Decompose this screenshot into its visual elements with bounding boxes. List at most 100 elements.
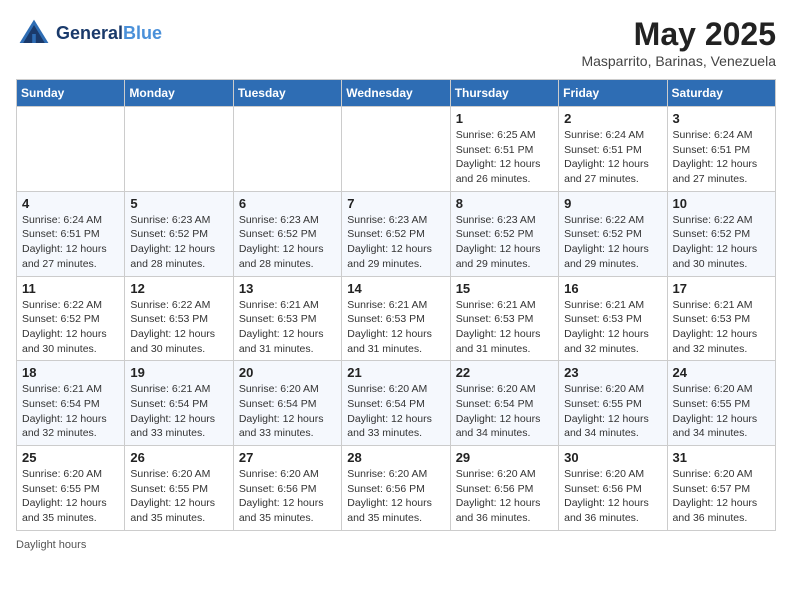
day-info: Sunrise: 6:20 AM Sunset: 6:55 PM Dayligh… bbox=[22, 467, 119, 526]
day-info: Sunrise: 6:22 AM Sunset: 6:52 PM Dayligh… bbox=[673, 213, 770, 272]
logo-icon bbox=[16, 16, 52, 52]
day-number: 27 bbox=[239, 450, 336, 465]
calendar-cell: 13Sunrise: 6:21 AM Sunset: 6:53 PM Dayli… bbox=[233, 276, 341, 361]
day-info: Sunrise: 6:23 AM Sunset: 6:52 PM Dayligh… bbox=[130, 213, 227, 272]
day-info: Sunrise: 6:20 AM Sunset: 6:57 PM Dayligh… bbox=[673, 467, 770, 526]
day-info: Sunrise: 6:20 AM Sunset: 6:55 PM Dayligh… bbox=[564, 382, 661, 441]
calendar-cell: 6Sunrise: 6:23 AM Sunset: 6:52 PM Daylig… bbox=[233, 191, 341, 276]
day-info: Sunrise: 6:25 AM Sunset: 6:51 PM Dayligh… bbox=[456, 128, 553, 187]
calendar-cell: 2 Sunrise: 6:24 AM Sunset: 6:51 PM Daylig… bbox=[559, 107, 667, 192]
col-header-sunday: Sunday bbox=[17, 80, 125, 107]
day-info: Sunrise: 6:21 AM Sunset: 6:53 PM Dayligh… bbox=[347, 298, 444, 357]
calendar-cell: 27 Sunrise: 6:20 AM Sunset: 6:56 PM Dayli… bbox=[233, 446, 341, 531]
day-info: Sunrise: 6:24 AM Sunset: 6:51 PM Dayligh… bbox=[564, 128, 661, 187]
calendar-cell: 22Sunrise: 6:20 AM Sunset: 6:54 PM Dayli… bbox=[450, 361, 558, 446]
calendar-cell: 21 Sunrise: 6:20 AM Sunset: 6:54 PM Dayli… bbox=[342, 361, 450, 446]
col-header-monday: Monday bbox=[125, 80, 233, 107]
day-info: Sunrise: 6:22 AM Sunset: 6:52 PM Dayligh… bbox=[22, 298, 119, 357]
day-number: 18 bbox=[22, 365, 119, 380]
calendar-cell: 23 Sunrise: 6:20 AM Sunset: 6:55 PM Dayli… bbox=[559, 361, 667, 446]
calendar-cell: 25 Sunrise: 6:20 AM Sunset: 6:55 PM Dayli… bbox=[17, 446, 125, 531]
footer-label: Daylight hours bbox=[16, 539, 86, 551]
day-number: 3 bbox=[673, 111, 770, 126]
day-info: Sunrise: 6:21 AM Sunset: 6:54 PM Dayligh… bbox=[22, 382, 119, 441]
logo-text: GeneralBlue bbox=[56, 24, 162, 44]
day-number: 19 bbox=[130, 365, 227, 380]
day-info: Sunrise: 6:22 AM Sunset: 6:52 PM Dayligh… bbox=[564, 213, 661, 272]
day-number: 26 bbox=[130, 450, 227, 465]
day-number: 6 bbox=[239, 196, 336, 211]
day-number: 28 bbox=[347, 450, 444, 465]
day-info: Sunrise: 6:20 AM Sunset: 6:54 PM Dayligh… bbox=[347, 382, 444, 441]
day-info: Sunrise: 6:20 AM Sunset: 6:55 PM Dayligh… bbox=[673, 382, 770, 441]
week-row-5: 25 Sunrise: 6:20 AM Sunset: 6:55 PM Dayli… bbox=[17, 446, 776, 531]
calendar-cell: 24Sunrise: 6:20 AM Sunset: 6:55 PM Dayli… bbox=[667, 361, 775, 446]
day-number: 10 bbox=[673, 196, 770, 211]
day-info: Sunrise: 6:21 AM Sunset: 6:53 PM Dayligh… bbox=[564, 298, 661, 357]
day-info: Sunrise: 6:20 AM Sunset: 6:55 PM Dayligh… bbox=[130, 467, 227, 526]
day-info: Sunrise: 6:20 AM Sunset: 6:56 PM Dayligh… bbox=[564, 467, 661, 526]
day-number: 23 bbox=[564, 365, 661, 380]
day-info: Sunrise: 6:23 AM Sunset: 6:52 PM Dayligh… bbox=[347, 213, 444, 272]
day-info: Sunrise: 6:23 AM Sunset: 6:52 PM Dayligh… bbox=[456, 213, 553, 272]
day-info: Sunrise: 6:21 AM Sunset: 6:54 PM Dayligh… bbox=[130, 382, 227, 441]
calendar-cell: 5 Sunrise: 6:23 AM Sunset: 6:52 PM Daylig… bbox=[125, 191, 233, 276]
day-number: 2 bbox=[564, 111, 661, 126]
calendar-cell: 11Sunrise: 6:22 AM Sunset: 6:52 PM Dayli… bbox=[17, 276, 125, 361]
calendar-cell: 17 Sunrise: 6:21 AM Sunset: 6:53 PM Dayli… bbox=[667, 276, 775, 361]
day-info: Sunrise: 6:24 AM Sunset: 6:51 PM Dayligh… bbox=[673, 128, 770, 187]
calendar-cell: 28 Sunrise: 6:20 AM Sunset: 6:56 PM Dayli… bbox=[342, 446, 450, 531]
day-number: 13 bbox=[239, 281, 336, 296]
day-number: 14 bbox=[347, 281, 444, 296]
week-row-1: 1Sunrise: 6:25 AM Sunset: 6:51 PM Daylig… bbox=[17, 107, 776, 192]
week-row-2: 4 Sunrise: 6:24 AM Sunset: 6:51 PM Daylig… bbox=[17, 191, 776, 276]
calendar-cell bbox=[233, 107, 341, 192]
calendar-cell: 9 Sunrise: 6:22 AM Sunset: 6:52 PM Daylig… bbox=[559, 191, 667, 276]
calendar-cell: 3 Sunrise: 6:24 AM Sunset: 6:51 PM Daylig… bbox=[667, 107, 775, 192]
day-info: Sunrise: 6:20 AM Sunset: 6:56 PM Dayligh… bbox=[456, 467, 553, 526]
day-number: 4 bbox=[22, 196, 119, 211]
day-number: 16 bbox=[564, 281, 661, 296]
calendar-cell: 31Sunrise: 6:20 AM Sunset: 6:57 PM Dayli… bbox=[667, 446, 775, 531]
calendar-header-row: SundayMondayTuesdayWednesdayThursdayFrid… bbox=[17, 80, 776, 107]
day-info: Sunrise: 6:20 AM Sunset: 6:56 PM Dayligh… bbox=[347, 467, 444, 526]
day-number: 21 bbox=[347, 365, 444, 380]
calendar-cell: 29 Sunrise: 6:20 AM Sunset: 6:56 PM Dayli… bbox=[450, 446, 558, 531]
month-title: May 2025 bbox=[581, 16, 776, 53]
calendar-cell bbox=[17, 107, 125, 192]
day-number: 25 bbox=[22, 450, 119, 465]
day-info: Sunrise: 6:22 AM Sunset: 6:53 PM Dayligh… bbox=[130, 298, 227, 357]
day-info: Sunrise: 6:21 AM Sunset: 6:53 PM Dayligh… bbox=[456, 298, 553, 357]
day-number: 30 bbox=[564, 450, 661, 465]
day-number: 7 bbox=[347, 196, 444, 211]
day-number: 20 bbox=[239, 365, 336, 380]
day-number: 12 bbox=[130, 281, 227, 296]
calendar-cell: 4 Sunrise: 6:24 AM Sunset: 6:51 PM Daylig… bbox=[17, 191, 125, 276]
day-info: Sunrise: 6:20 AM Sunset: 6:56 PM Dayligh… bbox=[239, 467, 336, 526]
col-header-wednesday: Wednesday bbox=[342, 80, 450, 107]
day-info: Sunrise: 6:24 AM Sunset: 6:51 PM Dayligh… bbox=[22, 213, 119, 272]
calendar-cell: 19 Sunrise: 6:21 AM Sunset: 6:54 PM Dayli… bbox=[125, 361, 233, 446]
col-header-tuesday: Tuesday bbox=[233, 80, 341, 107]
day-number: 17 bbox=[673, 281, 770, 296]
calendar-cell: 1Sunrise: 6:25 AM Sunset: 6:51 PM Daylig… bbox=[450, 107, 558, 192]
calendar-cell: 10 Sunrise: 6:22 AM Sunset: 6:52 PM Dayli… bbox=[667, 191, 775, 276]
logo: GeneralBlue bbox=[16, 16, 162, 52]
page-header: GeneralBlue May 2025 Masparrito, Barinas… bbox=[16, 16, 776, 69]
calendar-cell: 15 Sunrise: 6:21 AM Sunset: 6:53 PM Dayli… bbox=[450, 276, 558, 361]
calendar-cell: 7 Sunrise: 6:23 AM Sunset: 6:52 PM Daylig… bbox=[342, 191, 450, 276]
calendar-cell: 18 Sunrise: 6:21 AM Sunset: 6:54 PM Dayli… bbox=[17, 361, 125, 446]
day-number: 15 bbox=[456, 281, 553, 296]
title-block: May 2025 Masparrito, Barinas, Venezuela bbox=[581, 16, 776, 69]
day-number: 29 bbox=[456, 450, 553, 465]
calendar-cell: 12 Sunrise: 6:22 AM Sunset: 6:53 PM Dayli… bbox=[125, 276, 233, 361]
day-number: 5 bbox=[130, 196, 227, 211]
day-number: 9 bbox=[564, 196, 661, 211]
col-header-friday: Friday bbox=[559, 80, 667, 107]
col-header-saturday: Saturday bbox=[667, 80, 775, 107]
day-number: 8 bbox=[456, 196, 553, 211]
week-row-3: 11Sunrise: 6:22 AM Sunset: 6:52 PM Dayli… bbox=[17, 276, 776, 361]
col-header-thursday: Thursday bbox=[450, 80, 558, 107]
day-info: Sunrise: 6:21 AM Sunset: 6:53 PM Dayligh… bbox=[673, 298, 770, 357]
calendar-cell: 20Sunrise: 6:20 AM Sunset: 6:54 PM Dayli… bbox=[233, 361, 341, 446]
